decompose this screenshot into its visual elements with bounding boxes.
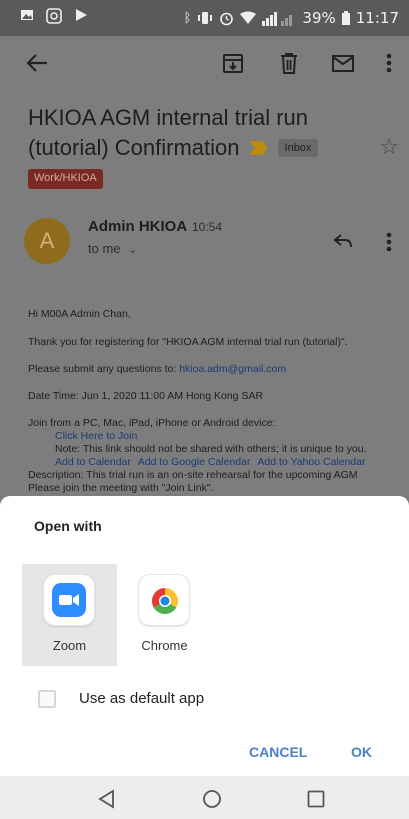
email-view: HKIOA AGM internal trial run (tutorial) …: [0, 36, 409, 496]
recipient-toggle[interactable]: to me ⌄: [88, 241, 137, 256]
chevron-down-icon: ⌄: [128, 244, 138, 256]
zoom-label: Zoom: [52, 638, 87, 653]
body-note: Note: This link should not be shared wit…: [55, 443, 367, 455]
more-vert-icon[interactable]: [386, 232, 392, 252]
default-app-checkbox[interactable]: [38, 690, 56, 708]
battery-icon: [341, 11, 350, 25]
open-with-sheet: Open with Zoom Chrome Use as default app…: [0, 496, 409, 776]
bluetooth-icon: ᛒ: [183, 10, 192, 26]
add-google-calendar-link[interactable]: Add to Google Calendar: [138, 456, 251, 468]
status-bar: ᛒ 39% 11:17: [0, 0, 409, 36]
alarm-icon: [220, 12, 234, 25]
avatar[interactable]: A: [24, 218, 70, 264]
subject-line1: HKIOA AGM internal trial run: [28, 105, 308, 130]
vibrate-icon: [198, 12, 213, 24]
body-greeting: Hi M00A Admin Chan,: [28, 308, 131, 320]
status-right-icons: ᛒ 39% 11:17: [184, 9, 399, 27]
add-yahoo-calendar-link[interactable]: Add to Yahoo Calendar: [257, 456, 365, 468]
archive-icon[interactable]: [222, 52, 244, 74]
chrome-logo-icon: [151, 588, 179, 615]
app-option-zoom[interactable]: Zoom: [22, 564, 117, 666]
sheet-title: Open with: [34, 518, 102, 534]
join-link[interactable]: Click Here to Join: [55, 430, 137, 443]
label-chip[interactable]: Work/HKIOA: [28, 169, 103, 189]
wifi-icon: [240, 11, 257, 24]
star-icon[interactable]: ☆: [379, 135, 399, 160]
e-icon: [46, 8, 62, 24]
email-subject: HKIOA AGM internal trial run (tutorial) …: [28, 103, 378, 163]
status-time: 11:17: [355, 9, 399, 27]
image-icon: [21, 10, 33, 20]
body-please-join: Please join the meeting with "Join Link"…: [28, 482, 214, 494]
importance-marker-icon: [249, 141, 268, 155]
sender-name: Admin HKIOA: [88, 218, 188, 235]
default-app-label: Use as default app: [79, 690, 205, 707]
body-datetime: Date Time: Jun 1, 2020 11:00 AM Hong Kon…: [28, 390, 264, 402]
ok-button[interactable]: OK: [351, 744, 372, 760]
nav-back-icon[interactable]: [97, 789, 115, 809]
add-calendar-link[interactable]: Add to Calendar: [55, 456, 131, 468]
chrome-label: Chrome: [141, 638, 188, 653]
navigation-bar: [0, 776, 409, 819]
mail-icon[interactable]: [332, 55, 354, 72]
signal-icon: [262, 11, 293, 26]
app-option-chrome[interactable]: Chrome: [117, 564, 212, 666]
nav-home-icon[interactable]: [202, 789, 222, 809]
chrome-app-icon: [138, 574, 190, 626]
cancel-button[interactable]: CANCEL: [249, 744, 307, 760]
battery-percent: 39%: [302, 9, 336, 27]
zoom-logo-icon: [52, 583, 86, 617]
body-description: Description: This trial run is an on-sit…: [28, 469, 358, 481]
email-time: 10:54: [192, 220, 223, 234]
status-left-icons: [20, 8, 88, 24]
calendar-links: Add to Calendar Add to Google Calendar A…: [55, 456, 366, 469]
questions-email-link[interactable]: hkioa.adm@gmail.com: [179, 363, 286, 375]
subject-line2-row: (tutorial) Confirmation Inbox: [28, 133, 378, 163]
body-thanks: Thank you for registering for "HKIOA AGM…: [28, 336, 348, 348]
inbox-badge[interactable]: Inbox: [277, 139, 319, 157]
delete-icon[interactable]: [279, 52, 299, 74]
subject-line2: (tutorial) Confirmation: [28, 135, 240, 160]
play-icon: [76, 9, 87, 21]
questions-prefix: Please submit any questions to:: [28, 363, 177, 375]
more-vert-icon[interactable]: [386, 53, 392, 73]
body-join-from: Join from a PC, Mac, iPad, iPhone or And…: [28, 417, 276, 429]
zoom-app-icon: [43, 574, 95, 626]
reply-icon[interactable]: [333, 233, 353, 249]
recipient-label: to me: [88, 241, 121, 256]
body-questions: Please submit any questions to: hkioa.ad…: [28, 363, 286, 376]
nav-recents-icon[interactable]: [307, 790, 325, 808]
back-arrow-icon[interactable]: [26, 53, 48, 73]
